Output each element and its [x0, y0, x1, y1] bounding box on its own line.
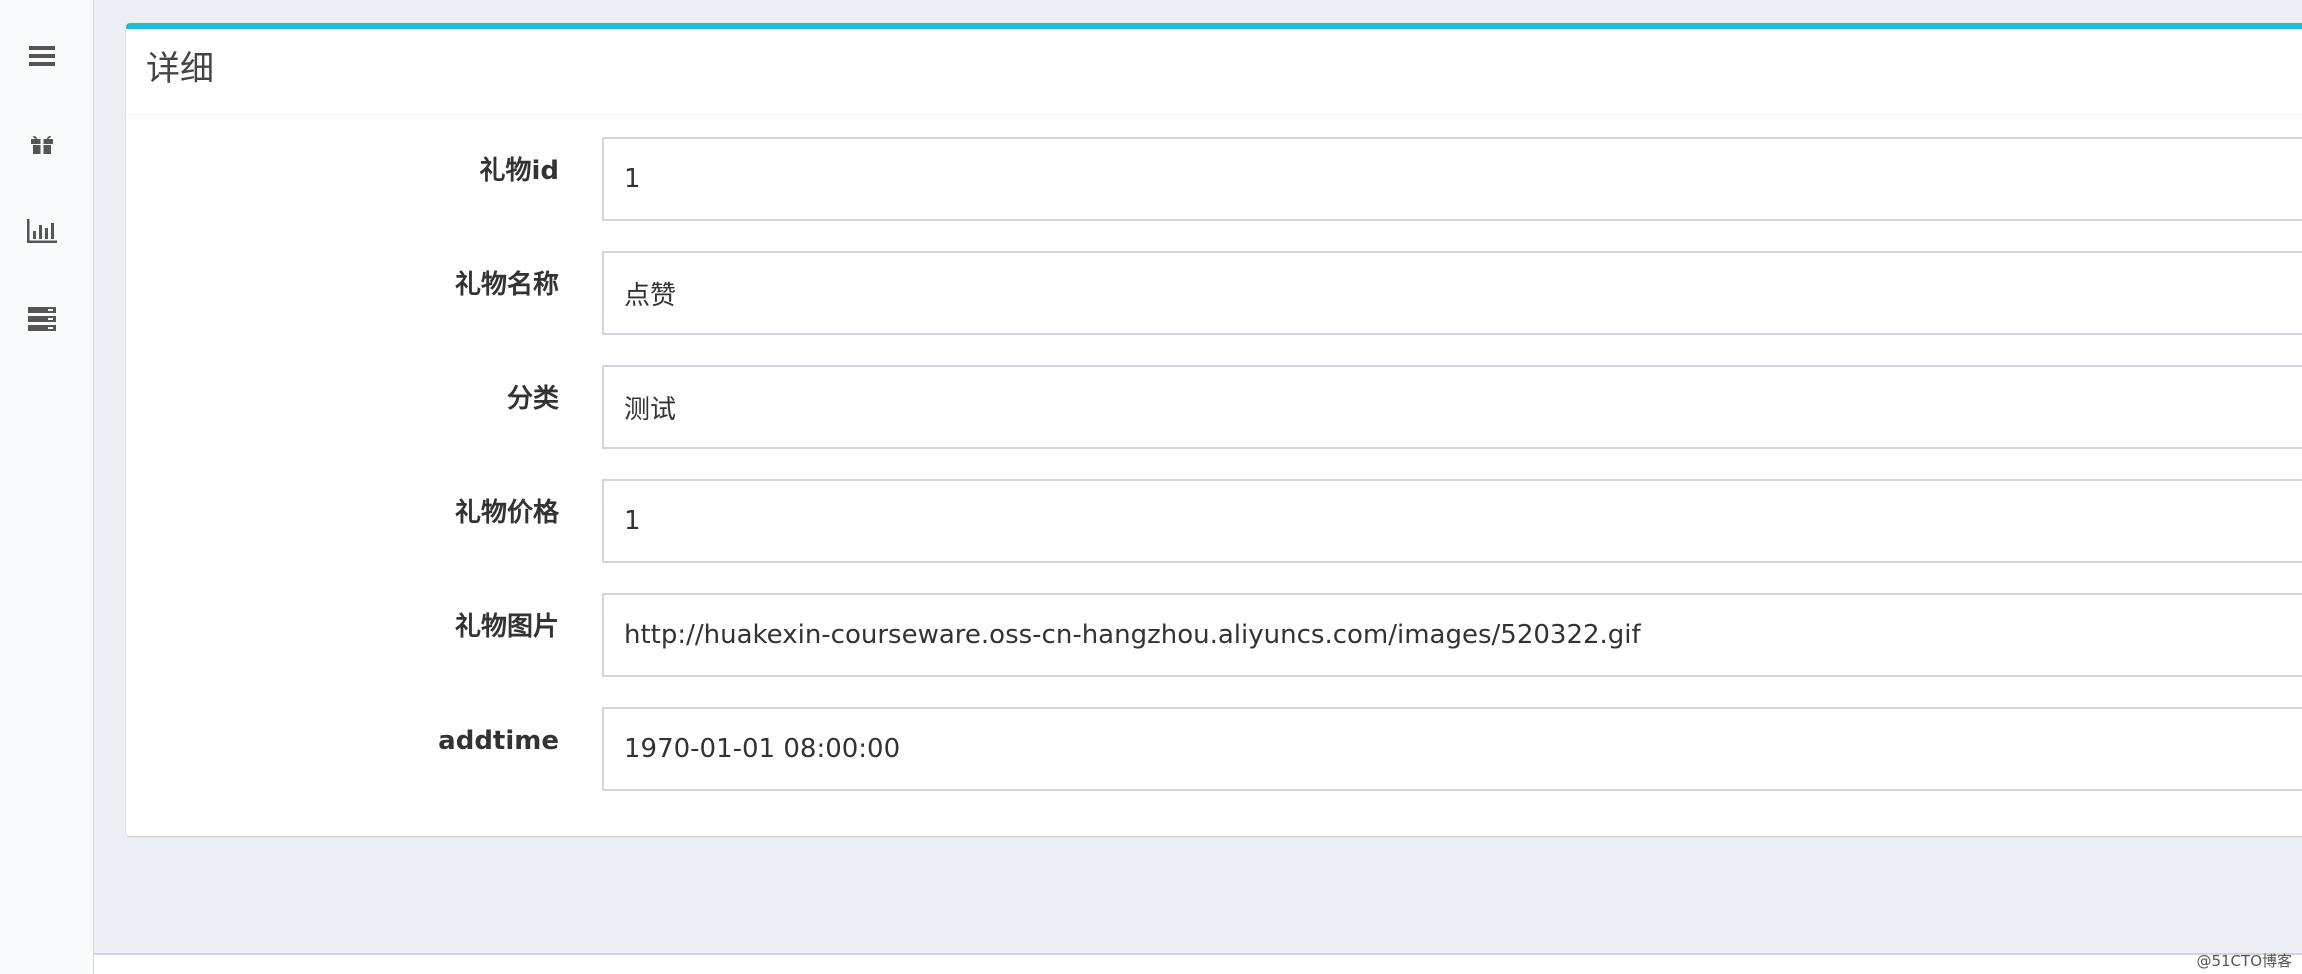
field-label-category: 分类: [506, 384, 559, 414]
main-content: 详细 礼物id 礼物名称 分类 礼物价格 礼物图片 addtime: [94, 0, 2302, 974]
category-field[interactable]: [602, 365, 2302, 449]
gift-id-field[interactable]: [602, 137, 2302, 221]
gift-icon[interactable]: [26, 128, 58, 160]
field-label-gift-id: 礼物id: [479, 156, 559, 186]
field-label-gift-name: 礼物名称: [454, 270, 559, 300]
footer-bar: [94, 953, 2302, 974]
sidebar: [0, 0, 94, 974]
panel-header: 详细: [126, 29, 2302, 115]
detail-panel: 详细 礼物id 礼物名称 分类 礼物价格 礼物图片 addtime: [126, 23, 2302, 836]
addtime-field[interactable]: [602, 707, 2302, 791]
gift-name-field[interactable]: [602, 251, 2302, 335]
field-label-addtime: addtime: [438, 726, 559, 756]
panel-title: 详细: [146, 49, 214, 89]
menu-icon[interactable]: [26, 40, 58, 72]
watermark: @51CTO博客: [2196, 952, 2292, 970]
gift-price-field[interactable]: [602, 479, 2302, 563]
field-label-gift-image: 礼物图片: [454, 612, 559, 642]
server-icon[interactable]: [26, 303, 58, 335]
bar-chart-icon[interactable]: [26, 215, 58, 247]
gift-image-field[interactable]: [602, 593, 2302, 677]
field-label-gift-price: 礼物价格: [454, 498, 559, 528]
